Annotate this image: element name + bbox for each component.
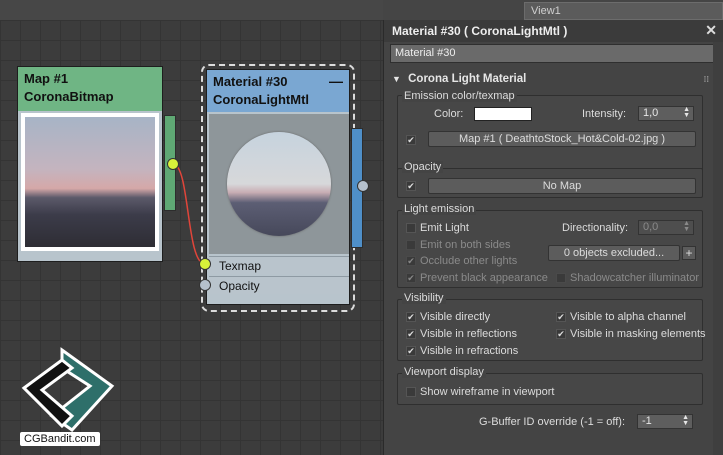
prevent-black-checkbox[interactable]: ✔ xyxy=(406,273,416,283)
emission-group-label: Emission color/texmap xyxy=(402,90,517,102)
emission-color-swatch[interactable] xyxy=(474,107,532,121)
shadowcatcher-label: Shadowcatcher illuminator xyxy=(570,272,700,284)
visible-directly-checkbox[interactable]: ✔ xyxy=(406,312,416,322)
emission-map-button[interactable]: Map #1 ( DeathtoStock_Hot&Cold-02.jpg ) xyxy=(428,131,696,147)
spinner-arrows-icon[interactable]: ▲ ▼ xyxy=(682,414,689,427)
collapse-icon[interactable]: — xyxy=(329,72,343,90)
visible-reflections-label: Visible in reflections xyxy=(420,328,518,340)
material-node[interactable]: Material #30 CoronaLightMtl — Texmap Opa… xyxy=(206,69,363,305)
close-icon[interactable]: ✕ xyxy=(705,22,717,39)
visible-alpha-label: Visible to alpha channel xyxy=(570,311,686,323)
material-node-header[interactable]: Material #30 CoronaLightMtl — xyxy=(207,70,349,112)
wireframe-checkbox[interactable] xyxy=(406,387,416,397)
visibility-group-label: Visibility xyxy=(402,292,446,304)
directionality-label: Directionality: xyxy=(562,222,629,234)
rollout-title: Corona Light Material xyxy=(408,73,527,85)
viewport-display-group: Viewport display Show wireframe in viewp… xyxy=(397,366,703,405)
occlude-lights-label: Occlude other lights xyxy=(420,255,518,267)
texmap-input-socket[interactable] xyxy=(199,258,211,270)
material-node-title: Material #30 xyxy=(213,74,288,89)
bitmap-node[interactable]: Map #1 CoronaBitmap xyxy=(17,66,176,262)
intensity-label: Intensity: xyxy=(582,108,627,120)
material-output-socket[interactable] xyxy=(357,180,369,192)
viewport-display-group-label: Viewport display xyxy=(402,366,486,378)
prevent-black-label: Prevent black appearance xyxy=(420,272,548,284)
wireframe-label: Show wireframe in viewport xyxy=(420,386,555,398)
emit-both-sides-checkbox[interactable] xyxy=(406,240,416,250)
opacity-map-checkbox[interactable]: ✔ xyxy=(406,181,416,191)
view-tab[interactable]: View1 xyxy=(524,2,723,20)
emission-map-checkbox[interactable]: ✔ xyxy=(406,135,416,145)
panel-title: Material #30 ( CoronaLightMtl ) xyxy=(392,24,568,38)
bitmap-node-type: CoronaBitmap xyxy=(24,89,114,104)
spinner-arrows-icon[interactable]: ▲ ▼ xyxy=(683,220,690,233)
gbuffer-label: G-Buffer ID override (-1 = off): xyxy=(479,416,626,428)
directionality-spinner[interactable]: 0,0 ▲ ▼ xyxy=(638,220,694,235)
watermark-text: CGBandit.com xyxy=(20,432,100,446)
emit-both-sides-label: Emit on both sides xyxy=(420,239,511,251)
intensity-spinner[interactable]: 1,0 ▲ ▼ xyxy=(638,106,694,121)
slot-opacity[interactable]: Opacity xyxy=(209,276,349,294)
visible-refractions-checkbox[interactable]: ✔ xyxy=(406,346,416,356)
rollout-header[interactable]: ▼ Corona Light Material ⁞⁞ xyxy=(384,71,723,87)
opacity-group: Opacity ✔ No Map xyxy=(397,161,703,198)
bitmap-preview xyxy=(21,113,159,251)
visible-refractions-label: Visible in refractions xyxy=(420,345,519,357)
light-emission-group: Light emission Emit Light Directionality… xyxy=(397,203,703,288)
bitmap-preview-image xyxy=(25,117,155,247)
gbuffer-value: -1 xyxy=(642,415,652,427)
slot-texmap[interactable]: Texmap xyxy=(209,256,349,274)
collapse-triangle-icon: ▼ xyxy=(392,74,401,84)
opacity-input-socket[interactable] xyxy=(199,279,211,291)
material-preview xyxy=(209,114,349,254)
occlude-lights-checkbox[interactable]: ✔ xyxy=(406,256,416,266)
gbuffer-spinner[interactable]: -1 ▲ ▼ xyxy=(637,414,693,429)
intensity-value: 1,0 xyxy=(643,107,659,119)
bitmap-node-header[interactable]: Map #1 CoronaBitmap xyxy=(18,67,162,111)
directionality-value: 0,0 xyxy=(643,221,659,233)
cgbandit-logo-icon xyxy=(21,347,115,432)
bitmap-node-title: Map #1 xyxy=(24,71,69,86)
visibility-group: Visibility ✔ Visible directly ✔ Visible … xyxy=(397,292,706,361)
light-emission-group-label: Light emission xyxy=(402,203,477,215)
plus-icon[interactable]: + xyxy=(682,246,696,260)
panel-scrollbar[interactable] xyxy=(713,42,723,455)
material-node-type: CoronaLightMtl xyxy=(213,92,310,107)
opacity-map-button[interactable]: No Map xyxy=(428,178,696,194)
panel-title-bar[interactable]: Material #30 ( CoronaLightMtl ) ✕ xyxy=(384,20,723,42)
visible-directly-label: Visible directly xyxy=(420,311,491,323)
grip-icon: ⁞⁞ xyxy=(703,75,709,84)
spinner-arrows-icon[interactable]: ▲ ▼ xyxy=(683,106,690,119)
bitmap-output-socket[interactable] xyxy=(167,158,179,170)
excluded-objects-button[interactable]: 0 objects excluded... xyxy=(548,245,680,261)
material-parameters-panel: Material #30 ( CoronaLightMtl ) ✕ Materi… xyxy=(383,20,723,455)
emit-light-label: Emit Light xyxy=(420,222,469,234)
material-name-field[interactable]: Material #30 xyxy=(390,44,717,63)
visible-masking-label: Visible in masking elements xyxy=(570,328,706,340)
emit-light-checkbox[interactable] xyxy=(406,223,416,233)
shadowcatcher-checkbox[interactable] xyxy=(556,273,566,283)
color-label: Color: xyxy=(434,108,464,120)
opacity-group-label: Opacity xyxy=(402,161,444,173)
visible-masking-checkbox[interactable]: ✔ xyxy=(556,329,566,339)
visible-reflections-checkbox[interactable]: ✔ xyxy=(406,329,416,339)
material-preview-sphere xyxy=(227,132,331,236)
visible-alpha-checkbox[interactable]: ✔ xyxy=(556,312,566,322)
